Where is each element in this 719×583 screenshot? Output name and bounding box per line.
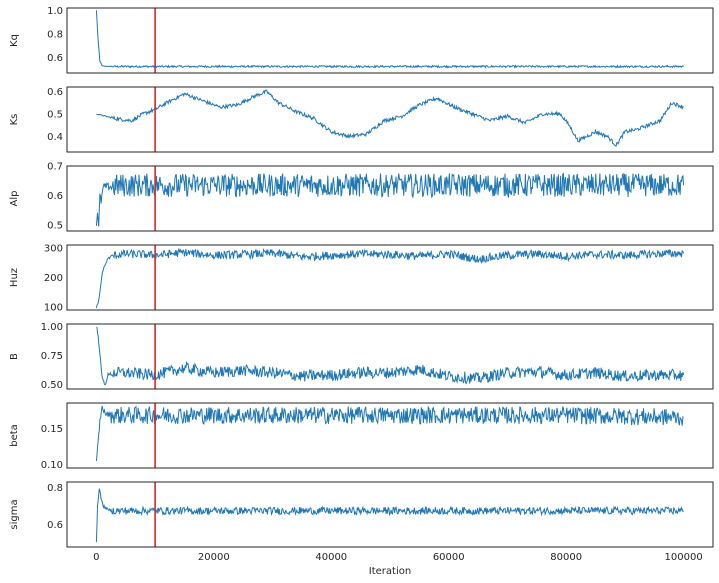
trace-line-sigma [95, 488, 684, 543]
xtick-label: 20000 [198, 552, 230, 563]
panel-kq: 0.6 0.8 1.0 Kq [9, 6, 714, 74]
panel-sigma: 0.6 0.8 sigma 0 20000 40000 60000 80000 100000 It… [9, 481, 714, 577]
ylabel-sigma: sigma [9, 499, 20, 529]
ytick-label-ks: 0.4 [47, 132, 63, 143]
panel-frame-b [66, 323, 714, 390]
panel-frame-kq [66, 7, 714, 74]
ytick-label-alp: 0.7 [47, 162, 63, 173]
trace-line-alp [95, 172, 685, 227]
ytick-label-kq: 1.0 [47, 6, 63, 17]
ytick-label-b: 0.50 [41, 380, 63, 391]
panel-beta: 0.10 0.15 beta [9, 402, 714, 471]
xlabel: Iteration [369, 566, 411, 577]
ytick-label-beta: 0.10 [41, 460, 63, 471]
ytick-label-sigma: 0.8 [47, 483, 63, 494]
panel-huz: 100 200 300 Huz [9, 243, 714, 314]
ytick-label-huz: 200 [44, 273, 63, 284]
trace-plot-figure: 0.6 0.8 1.0 Kq 0.4 0.5 0.6 Ks 0.5 0.6 0.7 Alp 100 200… [9, 6, 714, 577]
ytick-label-b: 0.75 [41, 351, 63, 362]
trace-line-kq [95, 10, 684, 69]
ytick-label-b: 1.00 [41, 322, 63, 333]
trace-line-b [96, 326, 685, 386]
ytick-label-ks: 0.6 [47, 87, 63, 98]
ytick-label-beta: 0.15 [41, 424, 63, 435]
panel-b: 0.50 0.75 1.00 B [9, 322, 714, 391]
panel-ks: 0.4 0.5 0.6 Ks [9, 86, 714, 153]
xtick-label: 40000 [315, 552, 347, 563]
ytick-label-huz: 300 [44, 243, 63, 254]
ylabel-ks: Ks [9, 114, 20, 126]
panel-frame-alp [66, 165, 714, 232]
ylabel-huz: Huz [9, 268, 20, 287]
panel-alp: 0.5 0.6 0.7 Alp [9, 162, 714, 232]
ylabel-kq: Kq [9, 34, 20, 47]
xtick-label: 80000 [550, 552, 582, 563]
trace-line-huz [95, 247, 685, 309]
ytick-label-kq: 0.8 [47, 30, 63, 41]
xtick-label: 60000 [433, 552, 465, 563]
trace-line-beta [95, 405, 684, 462]
xtick-label: 100000 [665, 552, 703, 563]
ytick-label-alp: 0.5 [47, 221, 63, 232]
ylabel-b: B [9, 353, 20, 360]
ytick-label-sigma: 0.6 [47, 520, 63, 531]
ytick-label-kq: 0.6 [47, 53, 63, 64]
ylabel-alp: Alp [9, 191, 20, 207]
ytick-label-alp: 0.6 [47, 191, 63, 202]
trace-line-ks [96, 89, 684, 147]
ylabel-beta: beta [9, 424, 20, 447]
xtick-label: 0 [93, 552, 99, 563]
ytick-label-huz: 100 [44, 303, 63, 314]
ytick-label-ks: 0.5 [47, 109, 63, 120]
